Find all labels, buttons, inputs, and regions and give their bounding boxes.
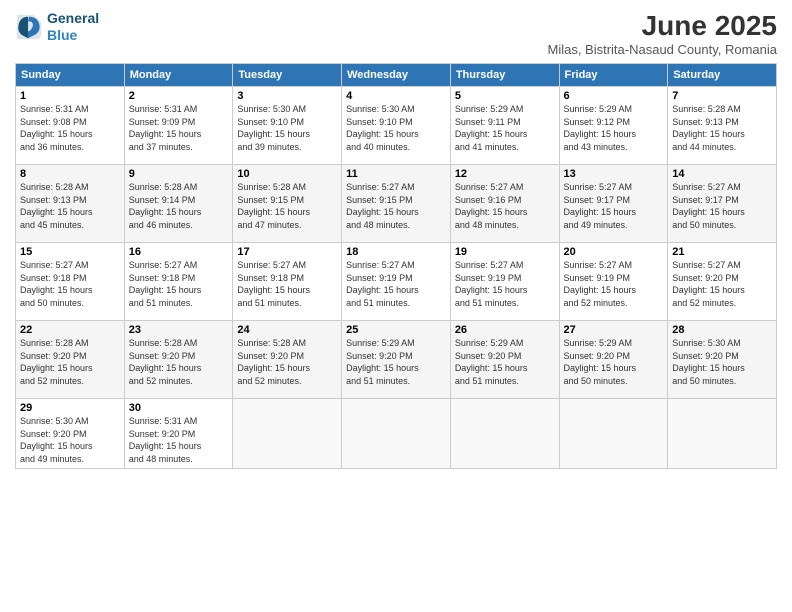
col-monday: Monday <box>124 64 233 87</box>
page-subtitle: Milas, Bistrita-Nasaud County, Romania <box>547 42 777 57</box>
col-saturday: Saturday <box>668 64 777 87</box>
week-row-3: 15 Sunrise: 5:27 AMSunset: 9:18 PMDaylig… <box>16 243 777 321</box>
title-area: June 2025 Milas, Bistrita-Nasaud County,… <box>547 10 777 57</box>
day-cell-19: 19 Sunrise: 5:27 AMSunset: 9:19 PMDaylig… <box>450 243 559 321</box>
day-cell-1: 1 Sunrise: 5:31 AMSunset: 9:08 PMDayligh… <box>16 87 125 165</box>
header-row: Sunday Monday Tuesday Wednesday Thursday… <box>16 64 777 87</box>
day-cell-17: 17 Sunrise: 5:27 AMSunset: 9:18 PMDaylig… <box>233 243 342 321</box>
day-cell-2: 2 Sunrise: 5:31 AMSunset: 9:09 PMDayligh… <box>124 87 233 165</box>
day-cell-29: 29 Sunrise: 5:30 AMSunset: 9:20 PMDaylig… <box>16 399 125 469</box>
day-cell-empty-1 <box>233 399 342 469</box>
col-sunday: Sunday <box>16 64 125 87</box>
day-cell-30: 30 Sunrise: 5:31 AMSunset: 9:20 PMDaylig… <box>124 399 233 469</box>
logo-icon <box>15 13 43 41</box>
day-cell-empty-3 <box>450 399 559 469</box>
day-cell-10: 10 Sunrise: 5:28 AMSunset: 9:15 PMDaylig… <box>233 165 342 243</box>
day-cell-13: 13 Sunrise: 5:27 AMSunset: 9:17 PMDaylig… <box>559 165 668 243</box>
calendar-table: Sunday Monday Tuesday Wednesday Thursday… <box>15 63 777 469</box>
day-cell-22: 22 Sunrise: 5:28 AMSunset: 9:20 PMDaylig… <box>16 321 125 399</box>
day-cell-24: 24 Sunrise: 5:28 AMSunset: 9:20 PMDaylig… <box>233 321 342 399</box>
day-cell-16: 16 Sunrise: 5:27 AMSunset: 9:18 PMDaylig… <box>124 243 233 321</box>
week-row-4: 22 Sunrise: 5:28 AMSunset: 9:20 PMDaylig… <box>16 321 777 399</box>
day-cell-empty-4 <box>559 399 668 469</box>
day-cell-empty-2 <box>342 399 451 469</box>
day-cell-26: 26 Sunrise: 5:29 AMSunset: 9:20 PMDaylig… <box>450 321 559 399</box>
day-cell-28: 28 Sunrise: 5:30 AMSunset: 9:20 PMDaylig… <box>668 321 777 399</box>
day-cell-4: 4 Sunrise: 5:30 AMSunset: 9:10 PMDayligh… <box>342 87 451 165</box>
day-cell-3: 3 Sunrise: 5:30 AMSunset: 9:10 PMDayligh… <box>233 87 342 165</box>
col-friday: Friday <box>559 64 668 87</box>
day-cell-12: 12 Sunrise: 5:27 AMSunset: 9:16 PMDaylig… <box>450 165 559 243</box>
day-cell-25: 25 Sunrise: 5:29 AMSunset: 9:20 PMDaylig… <box>342 321 451 399</box>
day-cell-21: 21 Sunrise: 5:27 AMSunset: 9:20 PMDaylig… <box>668 243 777 321</box>
week-row-1: 1 Sunrise: 5:31 AMSunset: 9:08 PMDayligh… <box>16 87 777 165</box>
col-wednesday: Wednesday <box>342 64 451 87</box>
day-cell-6: 6 Sunrise: 5:29 AMSunset: 9:12 PMDayligh… <box>559 87 668 165</box>
day-cell-8: 8 Sunrise: 5:28 AMSunset: 9:13 PMDayligh… <box>16 165 125 243</box>
page-container: General Blue June 2025 Milas, Bistrita-N… <box>0 0 792 479</box>
day-cell-5: 5 Sunrise: 5:29 AMSunset: 9:11 PMDayligh… <box>450 87 559 165</box>
week-row-5: 29 Sunrise: 5:30 AMSunset: 9:20 PMDaylig… <box>16 399 777 469</box>
col-thursday: Thursday <box>450 64 559 87</box>
page-title: June 2025 <box>547 10 777 42</box>
day-cell-18: 18 Sunrise: 5:27 AMSunset: 9:19 PMDaylig… <box>342 243 451 321</box>
col-tuesday: Tuesday <box>233 64 342 87</box>
day-cell-14: 14 Sunrise: 5:27 AMSunset: 9:17 PMDaylig… <box>668 165 777 243</box>
day-cell-15: 15 Sunrise: 5:27 AMSunset: 9:18 PMDaylig… <box>16 243 125 321</box>
day-cell-9: 9 Sunrise: 5:28 AMSunset: 9:14 PMDayligh… <box>124 165 233 243</box>
day-cell-7: 7 Sunrise: 5:28 AMSunset: 9:13 PMDayligh… <box>668 87 777 165</box>
day-cell-23: 23 Sunrise: 5:28 AMSunset: 9:20 PMDaylig… <box>124 321 233 399</box>
logo-text: General Blue <box>47 10 99 44</box>
logo: General Blue <box>15 10 99 44</box>
week-row-2: 8 Sunrise: 5:28 AMSunset: 9:13 PMDayligh… <box>16 165 777 243</box>
day-cell-11: 11 Sunrise: 5:27 AMSunset: 9:15 PMDaylig… <box>342 165 451 243</box>
day-cell-20: 20 Sunrise: 5:27 AMSunset: 9:19 PMDaylig… <box>559 243 668 321</box>
day-cell-empty-5 <box>668 399 777 469</box>
day-cell-27: 27 Sunrise: 5:29 AMSunset: 9:20 PMDaylig… <box>559 321 668 399</box>
header: General Blue June 2025 Milas, Bistrita-N… <box>15 10 777 57</box>
